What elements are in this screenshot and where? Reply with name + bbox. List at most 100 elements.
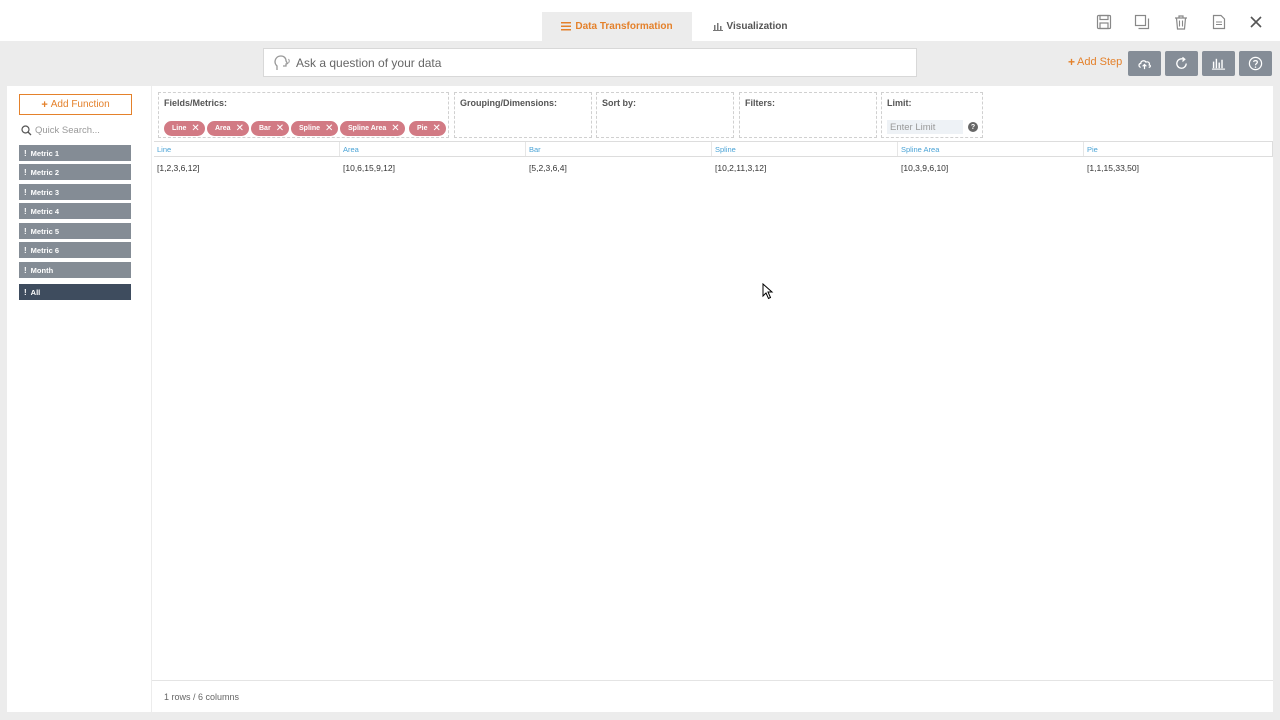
remove-icon[interactable]: ✕ (391, 123, 399, 134)
add-step-label: Add Step (1077, 56, 1123, 68)
field-pill-bar[interactable]: Bar ✕ (251, 121, 290, 136)
main-panel: Fields/Metrics: Line ✕ Area ✕ Bar ✕ Spline ✕… (152, 86, 1273, 712)
ask-question-input[interactable] (296, 55, 916, 70)
table-cell: [1,1,15,33,50] (1087, 163, 1139, 173)
sidebar-item-metric-6[interactable]: ! Metric 6 (19, 242, 131, 258)
column-header[interactable]: Spline (712, 142, 898, 156)
tab-label: Visualization (726, 21, 788, 32)
top-bar: Data Transformation Visualization (0, 0, 1280, 41)
pill-label: Pie (417, 125, 428, 132)
add-step-button[interactable]: + Add Step (1068, 55, 1122, 69)
drag-handle-icon: ! (24, 287, 27, 297)
tab-visualization[interactable]: Visualization (700, 12, 800, 41)
sidebar-item-label: Metric 3 (30, 187, 60, 197)
function-sidebar: + Add Function !Metric 1 !Metric 2 !Metr… (7, 86, 151, 712)
limit-label: Limit: (887, 98, 912, 108)
table-cell: [10,6,15,9,12] (343, 163, 395, 173)
sidebar-item-label: Metric 4 (30, 206, 60, 216)
sidebar-item-label: Metric 1 (30, 148, 60, 158)
quick-search[interactable] (21, 122, 133, 138)
sidebar-item-month[interactable]: ! Month (19, 262, 131, 278)
column-header[interactable]: Bar (526, 142, 712, 156)
remove-icon[interactable]: ✕ (433, 123, 441, 134)
chart-toggle-button[interactable] (1202, 51, 1235, 76)
pill-label: Spline (299, 125, 321, 132)
drag-handle-icon: ! (24, 167, 27, 177)
help-icon (1248, 56, 1263, 71)
table-cell: [1,2,3,6,12] (157, 163, 200, 173)
close-icon[interactable] (1247, 13, 1265, 31)
add-function-button[interactable]: + Add Function (19, 94, 132, 115)
grouping-dimensions-label: Grouping/Dimensions: (460, 98, 558, 108)
list-icon (561, 22, 572, 31)
refresh-icon (1176, 56, 1187, 69)
drag-handle-icon: ! (24, 187, 27, 197)
ask-question-bar[interactable] (263, 48, 917, 77)
drag-handle-icon: ! (24, 265, 27, 275)
help-button[interactable] (1239, 51, 1272, 76)
column-header[interactable]: Pie (1084, 142, 1272, 156)
plus-icon: + (41, 98, 48, 111)
sidebar-item-metric-3[interactable]: ! Metric 3 (19, 184, 131, 200)
plus-icon: + (1068, 55, 1076, 69)
fields-metrics-dropzone[interactable]: Fields/Metrics: Line ✕ Area ✕ Bar ✕ Spline ✕… (158, 92, 449, 138)
field-pill-spline[interactable]: Spline ✕ (291, 121, 339, 136)
column-header[interactable]: Area (340, 142, 526, 156)
sidebar-item-label: All (30, 287, 41, 297)
field-pill-pie[interactable]: Pie ✕ (409, 121, 446, 136)
field-pill-area[interactable]: Area ✕ (207, 121, 249, 136)
pdf-export-icon[interactable] (1210, 13, 1228, 31)
drag-handle-icon: ! (24, 245, 27, 255)
chart-icon (712, 23, 723, 31)
remove-icon[interactable]: ✕ (191, 123, 199, 134)
remove-icon[interactable]: ✕ (236, 123, 244, 134)
filters-label: Filters: (745, 98, 776, 108)
cloud-upload-button[interactable] (1128, 51, 1161, 76)
tab-data-transformation[interactable]: Data Transformation (542, 12, 692, 41)
filters-dropzone[interactable]: Filters: (739, 92, 877, 138)
sort-by-dropzone[interactable]: Sort by: (596, 92, 734, 138)
sidebar-item-label: Month (30, 265, 54, 275)
bar-chart-icon (1211, 58, 1226, 70)
row-column-count: 1 rows / 6 columns (164, 691, 240, 702)
table-row: [1,2,3,6,12] [10,6,15,9,12] [5,2,3,6,4] … (154, 157, 1273, 179)
limit-box: Limit: ? (881, 92, 983, 138)
pill-label: Bar (259, 125, 271, 132)
remove-icon[interactable]: ✕ (276, 123, 284, 134)
table-footer: 1 rows / 6 columns (152, 680, 1273, 712)
field-pill-line[interactable]: Line ✕ (164, 121, 205, 136)
limit-input[interactable] (887, 120, 963, 134)
refresh-button[interactable] (1165, 51, 1198, 76)
save-icon[interactable] (1095, 13, 1113, 31)
fields-metrics-label: Fields/Metrics: (164, 98, 228, 108)
results-table: Line Area Bar Spline Spline Area Pie [1,… (154, 141, 1273, 179)
drag-handle-icon: ! (24, 226, 27, 236)
grouping-dimensions-dropzone[interactable]: Grouping/Dimensions: (454, 92, 592, 138)
drag-handle-icon: ! (24, 148, 27, 158)
pill-label: Line (172, 125, 187, 132)
mouse-cursor-icon (762, 283, 774, 300)
table-cell: [10,2,11,3,12] (715, 163, 767, 173)
search-icon (21, 124, 32, 135)
sidebar-item-label: Metric 6 (30, 245, 60, 255)
quick-search-input[interactable] (35, 124, 130, 136)
sidebar-item-label: Metric 2 (30, 167, 60, 177)
column-header[interactable]: Spline Area (898, 142, 1084, 156)
sidebar-item-metric-1[interactable]: ! Metric 1 (19, 145, 131, 161)
voice-icon[interactable] (272, 54, 292, 72)
field-pill-spline-area[interactable]: Spline Area ✕ (340, 121, 405, 136)
tab-label: Data Transformation (575, 21, 673, 32)
table-header: Line Area Bar Spline Spline Area Pie (154, 141, 1273, 157)
remove-icon[interactable]: ✕ (325, 123, 333, 134)
sidebar-item-metric-5[interactable]: ! Metric 5 (19, 223, 131, 239)
sidebar-item-label: Metric 5 (30, 226, 60, 236)
sidebar-item-metric-2[interactable]: ! Metric 2 (19, 164, 131, 180)
sidebar-item-all[interactable]: ! All (19, 284, 131, 300)
drag-handle-icon: ! (24, 206, 27, 216)
question-icon[interactable]: ? (968, 122, 978, 132)
pill-label: Spline Area (348, 125, 387, 132)
trash-icon[interactable] (1172, 13, 1190, 31)
column-header[interactable]: Line (154, 142, 340, 156)
copy-icon[interactable] (1133, 13, 1151, 31)
sidebar-item-metric-4[interactable]: ! Metric 4 (19, 203, 131, 219)
